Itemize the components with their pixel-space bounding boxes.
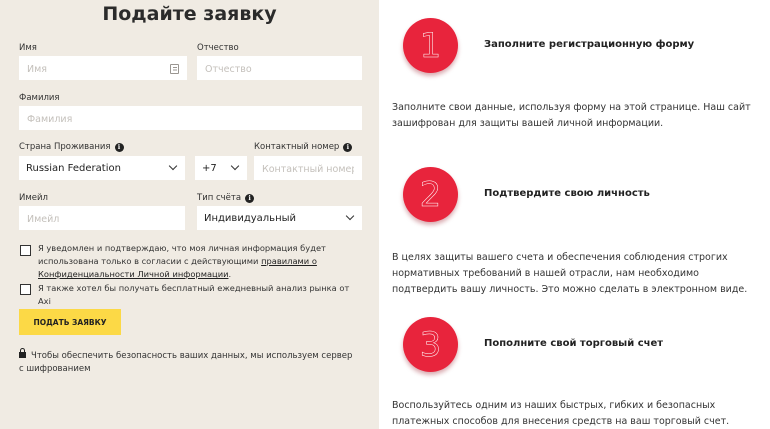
country-label: Страна Проживания i — [19, 142, 124, 152]
patronymic-field-wrap — [197, 56, 362, 81]
contact-card-icon — [170, 64, 179, 74]
step-1-title: Заполните регистрационную форму — [484, 39, 695, 50]
step-1-number-graphic: 1 — [419, 26, 442, 67]
phone-label: Контактный номер i — [254, 142, 353, 152]
step-3-badge: 3 — [403, 317, 458, 372]
country-select[interactable]: Russian Federation — [19, 156, 185, 180]
email-field-wrap — [19, 206, 185, 231]
step-3-title: Пополните свой торговый счет — [484, 338, 664, 349]
last-name-field-wrap — [19, 106, 362, 131]
step-1-text: Заполните свои данные, используя форму н… — [392, 102, 751, 129]
account-type-select[interactable]: Индивидуальный — [197, 206, 362, 230]
step-3-number: 3 — [420, 325, 442, 365]
phone-field-wrap — [254, 156, 362, 181]
patronymic-label: Отчество — [197, 43, 239, 53]
country-label-text: Страна Проживания — [19, 142, 111, 152]
step-2-number-graphic: 2 — [419, 175, 442, 216]
chevron-down-icon — [345, 211, 355, 221]
phone-code-select[interactable]: +7 — [195, 156, 247, 180]
step-2-text: В целях защиты вашего счета и обеспечени… — [392, 252, 748, 295]
first-name-input[interactable] — [20, 58, 186, 81]
step-2-number: 2 — [420, 175, 442, 215]
step-1-number: 1 — [420, 26, 442, 66]
phone-input[interactable] — [255, 158, 361, 181]
account-type-label-text: Тип счёта — [197, 193, 242, 203]
phone-label-text: Контактный номер — [254, 142, 340, 152]
step-3-text: Воспользуйтесь одним из наших быстрых, г… — [392, 400, 730, 427]
chevron-down-icon — [230, 161, 240, 171]
consent-text-part2: . — [228, 269, 232, 279]
consent-text: Я уведомлен и подтверждаю, что моя лична… — [38, 242, 360, 281]
chevron-down-icon — [168, 161, 178, 171]
secure-note-text: Чтобы обеспечить безопасность ваших данн… — [19, 351, 353, 374]
patronymic-input[interactable] — [198, 58, 361, 81]
account-type-label: Тип счёта i — [197, 193, 255, 203]
secure-note: Чтобы обеспечить безопасность ваших данн… — [19, 348, 359, 376]
email-input[interactable] — [20, 208, 184, 231]
step-3-number-graphic: 3 — [419, 325, 442, 366]
lock-icon — [19, 348, 26, 358]
email-label: Имейл — [19, 193, 48, 203]
step-1-badge: 1 — [403, 18, 458, 73]
account-type-value: Индивидуальный — [204, 212, 297, 224]
consent-checkbox[interactable] — [20, 245, 31, 256]
application-form-panel: Подайте заявку Имя Отчество Фамилия Стра… — [0, 0, 379, 429]
info-icon[interactable]: i — [114, 143, 124, 152]
last-name-input[interactable] — [20, 108, 361, 131]
submit-application-button[interactable]: ПОДАТЬ ЗАЯВКУ — [19, 309, 121, 335]
newsletter-checkbox[interactable] — [20, 284, 31, 295]
step-2-badge: 2 — [403, 167, 458, 222]
step-2-title: Подтвердите свою личность — [484, 188, 650, 199]
last-name-label: Фамилия — [19, 93, 60, 103]
newsletter-text: Я также хотел бы получать бесплатный еже… — [38, 283, 350, 306]
info-icon[interactable]: i — [343, 143, 353, 152]
form-title: Подайте заявку — [102, 3, 277, 25]
country-select-value: Russian Federation — [26, 162, 121, 174]
first-name-field-wrap — [19, 56, 187, 81]
info-icon[interactable]: i — [245, 194, 255, 203]
phone-code-value: +7 — [202, 162, 217, 174]
first-name-label: Имя — [19, 43, 37, 53]
